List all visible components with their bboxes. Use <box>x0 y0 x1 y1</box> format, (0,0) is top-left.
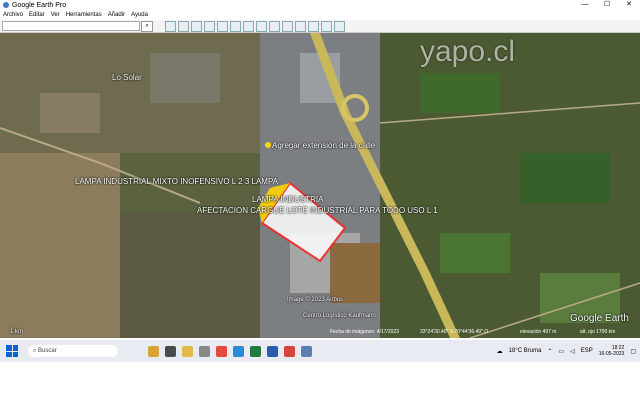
toolbar: ⌕ <box>0 20 640 33</box>
taskbar-search-label: Buscar <box>38 348 57 354</box>
blank-area <box>0 362 640 404</box>
google-earth-logo: Google Earth <box>570 313 629 324</box>
chrome-icon[interactable] <box>216 345 227 357</box>
watermark: yapo.cl <box>420 35 516 68</box>
planet-icon[interactable] <box>269 21 280 32</box>
network-icon[interactable]: ▭ <box>558 348 564 355</box>
place-label: Lo Solar <box>112 73 142 82</box>
sun-icon[interactable] <box>256 21 267 32</box>
print-icon[interactable] <box>308 21 319 32</box>
google-earth-icon <box>3 2 9 8</box>
search-input[interactable] <box>2 21 140 31</box>
poi-label[interactable]: Centro Logístico Kaufmann <box>303 313 376 319</box>
windows-start-icon[interactable] <box>6 345 18 357</box>
polygon-label[interactable]: LAMPA INDUSTRIAL MIXTO INOFENSIVO L 2 3 … <box>75 177 278 186</box>
weather-icon[interactable]: ☁ <box>497 348 503 355</box>
word-icon[interactable] <box>267 345 278 357</box>
google-earth-taskbar-icon[interactable] <box>301 345 312 357</box>
elevation: elevación 497 m <box>520 329 557 335</box>
menu-editar[interactable]: Editar <box>29 12 45 18</box>
taskbar-apps <box>148 345 312 357</box>
menu-ver[interactable]: Ver <box>51 12 60 18</box>
save-image-icon[interactable] <box>321 21 332 32</box>
news-icon[interactable] <box>148 345 159 357</box>
menu-bar: Archivo Editar Ver Herramientas Añadir A… <box>0 10 640 20</box>
email-icon[interactable] <box>295 21 306 32</box>
taskbar-search[interactable]: ⌕ Buscar <box>28 345 118 357</box>
edge-icon[interactable] <box>233 345 244 357</box>
taskbar: ⌕ Buscar ☁ 18°C Bruma ⌃ ▭ ◁ ESP 18:22 16… <box>0 340 640 362</box>
task-view-icon[interactable] <box>165 345 176 357</box>
record-tour-icon[interactable] <box>230 21 241 32</box>
chrome-profile-icon[interactable] <box>284 345 295 357</box>
menu-archivo[interactable]: Archivo <box>3 12 23 18</box>
maximize-button[interactable]: ☐ <box>596 0 618 10</box>
date: 16-05-2023 <box>598 351 625 357</box>
eye-altitude: alt. ojo 1700 km <box>580 329 616 335</box>
title-bar: Google Earth Pro — ☐ ✕ <box>0 0 640 10</box>
map-view[interactable]: yapo.cl Lo Solar Agregar extensión de la… <box>0 33 640 338</box>
ruler-icon[interactable] <box>282 21 293 32</box>
menu-anadir[interactable]: Añadir <box>108 12 125 18</box>
minimize-button[interactable]: — <box>574 0 596 10</box>
notifications-icon[interactable]: ▢ <box>630 348 636 355</box>
system-tray: ☁ 18°C Bruma ⌃ ▭ ◁ ESP 18:22 16-05-2023 … <box>497 340 636 362</box>
file-explorer-icon[interactable] <box>182 345 193 357</box>
tray-chevron-icon[interactable]: ⌃ <box>547 348 552 355</box>
mail-icon[interactable] <box>199 345 210 357</box>
menu-herramientas[interactable]: Herramientas <box>66 12 102 18</box>
placemark-icon[interactable] <box>178 21 189 32</box>
toolbar-icons <box>165 21 345 32</box>
menu-ayuda[interactable]: Ayuda <box>131 12 148 18</box>
image-overlay-icon[interactable] <box>217 21 228 32</box>
language-indicator[interactable]: ESP <box>581 348 593 354</box>
imagery-credit: Image © 2023 Airbus <box>287 297 344 303</box>
weather[interactable]: 18°C Bruma <box>509 348 542 354</box>
polygon-label[interactable]: AFECTACION CARGUE LOTE INDUSTRIAL PARA T… <box>197 206 438 215</box>
coordinates: 33°24'30.40" S 70°44'36.49" O <box>420 329 489 335</box>
polygon-label[interactable]: LAMPA INDUSTRIA <box>252 195 323 204</box>
placemark-label[interactable]: Agregar extensión de la calle <box>272 141 375 150</box>
window-controls: — ☐ ✕ <box>574 0 640 10</box>
clock[interactable]: 18:22 16-05-2023 <box>599 345 625 357</box>
view-in-maps-icon[interactable] <box>334 21 345 32</box>
imagery-date: Fecha de imágenes: 4/17/2023 <box>330 329 399 335</box>
path-icon[interactable] <box>204 21 215 32</box>
close-button[interactable]: ✕ <box>618 0 640 10</box>
window-title: Google Earth Pro <box>12 1 67 9</box>
search-icon[interactable]: ⌕ <box>141 21 153 32</box>
historical-imagery-icon[interactable] <box>243 21 254 32</box>
volume-icon[interactable]: ◁ <box>570 348 575 355</box>
sidebar-toggle-icon[interactable] <box>165 21 176 32</box>
excel-icon[interactable] <box>250 345 261 357</box>
polygon-icon[interactable] <box>191 21 202 32</box>
status-bar: Fecha de imágenes: 4/17/2023 33°24'30.40… <box>0 326 640 338</box>
